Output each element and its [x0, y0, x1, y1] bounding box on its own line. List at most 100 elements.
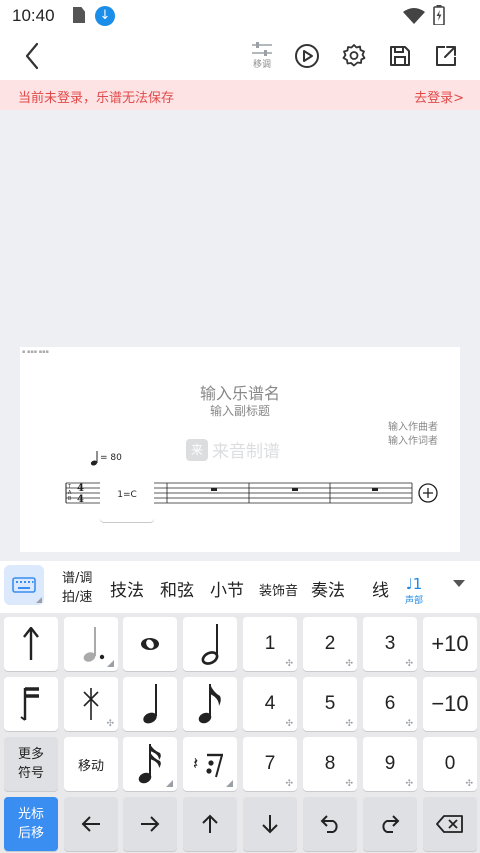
move-up-button[interactable] [183, 797, 237, 851]
whole-rest [211, 488, 217, 491]
quarter-note-icon: ♩ [405, 575, 413, 593]
share-icon [436, 46, 456, 66]
key-9[interactable]: 9 ✣ [363, 737, 417, 791]
drag-handle-icon: ✣ [345, 659, 353, 669]
up-stem-button[interactable] [4, 617, 58, 671]
drag-handle-icon: ✣ [106, 719, 114, 729]
tab-notation-label: 谱/调 [62, 571, 93, 586]
status-bar: 10:40 ↓ [0, 0, 480, 32]
tab-ornament[interactable]: 装饰音 [259, 580, 298, 599]
tab-line[interactable]: 线 [372, 576, 389, 601]
wifi-icon [403, 8, 425, 24]
drag-handle-icon: ✣ [345, 779, 353, 789]
more-symbols-button[interactable]: 更多 符号 [4, 737, 58, 791]
half-note-button[interactable] [183, 617, 237, 671]
arrow-up-icon [23, 627, 39, 660]
toolbar [0, 32, 480, 80]
tab-notation-tempo[interactable]: 谱/调 拍/速 [62, 569, 92, 607]
move-down-button[interactable] [243, 797, 297, 851]
note-keypad: 1 ✣ 2 ✣ 3 ✣ +10 ✣ 4 ✣ 5 ✣ 6 ✣ −10 更多 符号 移动 𝄽 7 ✣… [0, 613, 480, 853]
back-button[interactable] [16, 40, 48, 72]
cursor-back-button[interactable]: 光标 后移 [4, 797, 58, 851]
cursor-back-line1: 光标 [17, 807, 44, 822]
voice-selector[interactable]: ♩1 声部 [402, 575, 426, 606]
undo-icon [320, 815, 338, 833]
dotted-note-icon [83, 627, 105, 662]
arrow-down-icon [262, 815, 278, 834]
redo-button[interactable] [363, 797, 417, 851]
plus-10-button[interactable]: +10 [423, 617, 477, 671]
transpose-icon [252, 42, 272, 56]
share-button[interactable] [430, 40, 462, 72]
redo-icon [382, 815, 400, 833]
tab-measure[interactable]: 小节 [210, 576, 244, 601]
key-signature[interactable]: 1=C [100, 468, 154, 522]
half-note-icon [201, 624, 219, 665]
eighth-note-button[interactable] [183, 677, 237, 731]
tab-chord[interactable]: 和弦 [160, 576, 194, 601]
drag-handle-icon: ✣ [285, 779, 293, 789]
transpose-label: 移调 [252, 60, 271, 70]
voice-label: 声部 [404, 596, 423, 606]
dotted-half-note-button[interactable] [64, 617, 118, 671]
flag-stem-icon [20, 687, 39, 721]
voice-number: 1 [412, 575, 423, 593]
more-symbols-line1: 更多 [17, 747, 44, 762]
delete-button[interactable] [423, 797, 477, 851]
login-link[interactable]: 去登录> [414, 87, 464, 106]
key-3[interactable]: 3 ✣ [363, 617, 417, 671]
tab-articulation[interactable]: 奏法 [311, 576, 345, 601]
tab-technique[interactable]: 技法 [110, 576, 144, 601]
tuplet-button[interactable]: 𝄽 [183, 737, 237, 791]
dead-note-button[interactable]: ✣ [64, 677, 118, 731]
x-note-icon [83, 688, 99, 720]
quarter-note-icon [143, 684, 157, 724]
down-stem-button[interactable] [4, 677, 58, 731]
key-corner-marker [226, 780, 233, 787]
key-8[interactable]: 8 ✣ [303, 737, 357, 791]
tool-tabs: 谱/调 拍/速 技法 和弦 小节 装饰音 奏法 线 ♩1 声部 [0, 561, 480, 613]
cursor-back-line2: 后移 [17, 826, 44, 841]
key-0[interactable]: 0 ✣ [423, 737, 477, 791]
key-6[interactable]: 6 ✣ [363, 677, 417, 731]
sixteenth-note-button[interactable] [123, 737, 177, 791]
tempo-marking[interactable]: = 80 [100, 453, 122, 463]
time-signature-bottom: 4 [77, 494, 84, 505]
key-5[interactable]: 5 ✣ [303, 677, 357, 731]
score-sheet[interactable]: ▪ ▪▪▪ ▪▪▪ 输入乐谱名 输入副标题 输入作曲者 输入作词者 来 来音制谱… [20, 347, 460, 552]
whole-note-button[interactable] [123, 617, 177, 671]
whole-rest [372, 488, 378, 491]
key-4[interactable]: 4 ✣ [243, 677, 297, 731]
chevron-left-icon [25, 42, 39, 70]
quarter-note-button[interactable] [123, 677, 177, 731]
move-left-button[interactable] [64, 797, 118, 851]
key-corner-marker [107, 660, 114, 667]
move-right-button[interactable] [123, 797, 177, 851]
drag-handle-icon: ✣ [405, 779, 413, 789]
move-button[interactable]: 移动 [64, 737, 118, 791]
sixteenth-note-icon [138, 744, 161, 784]
tab-clef: B [68, 496, 72, 502]
staff: T A B 4 4 [65, 451, 438, 505]
add-measure-icon[interactable] [418, 483, 438, 503]
arrow-up-icon [202, 814, 218, 833]
arrow-right-icon [141, 816, 160, 832]
play-button[interactable] [291, 40, 323, 72]
key-7[interactable]: 7 ✣ [243, 737, 297, 791]
key-2[interactable]: 2 ✣ [303, 617, 357, 671]
download-icon: ↓ [95, 6, 115, 26]
drag-handle-icon: ✣ [465, 779, 473, 789]
save-button[interactable] [384, 40, 416, 72]
key-1[interactable]: 1 ✣ [243, 617, 297, 671]
arrow-left-icon [81, 816, 100, 832]
drag-handle-icon: ✣ [345, 719, 353, 729]
keyboard-icon [12, 577, 42, 603]
gear-icon [342, 44, 366, 67]
more-tabs-dropdown-icon[interactable] [452, 579, 466, 589]
undo-button[interactable] [303, 797, 357, 851]
save-icon [390, 46, 410, 66]
minus-10-button[interactable]: −10 [423, 677, 477, 731]
time-signature-top: 4 [77, 483, 84, 494]
settings-button[interactable] [338, 40, 370, 72]
keyboard-toggle-button[interactable] [4, 565, 44, 605]
